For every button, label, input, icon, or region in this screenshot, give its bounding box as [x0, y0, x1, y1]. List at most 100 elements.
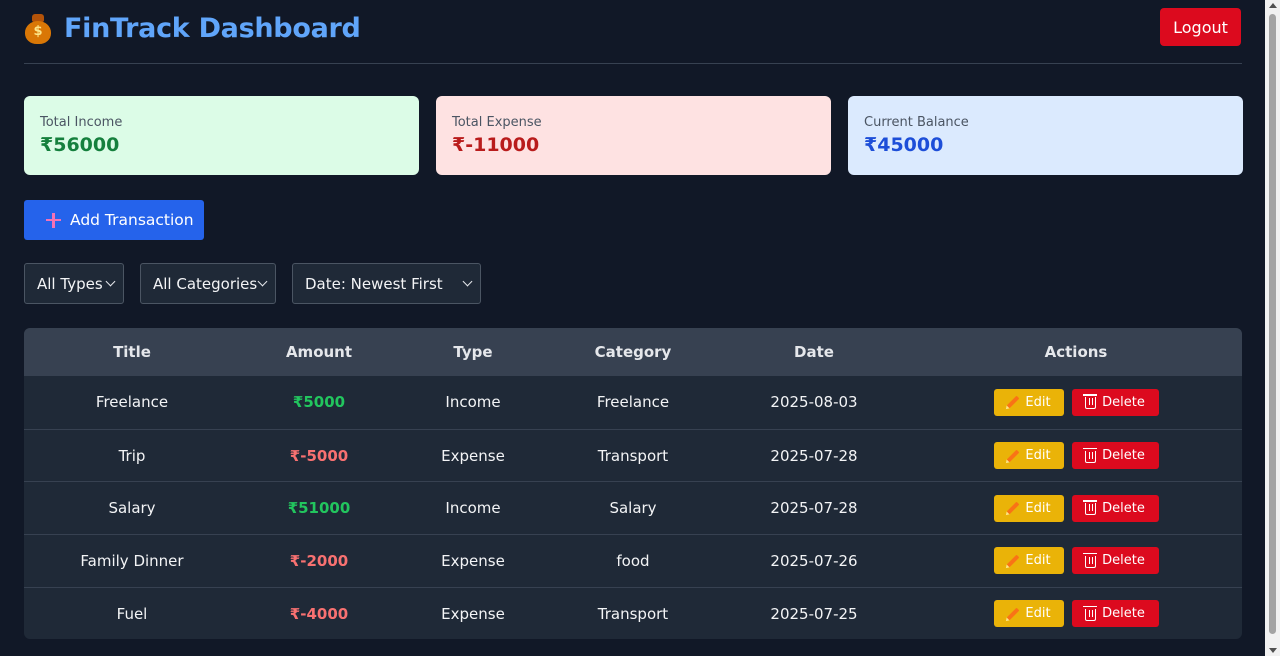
cell-amount: ₹-4000 [289, 604, 349, 623]
delete-button[interactable]: Delete [1071, 547, 1159, 575]
table-header: Title Amount Type Category Date Actions [24, 328, 1242, 376]
cell-category: Freelance [596, 393, 670, 412]
cell-category: Transport [597, 604, 669, 623]
cell-actions: Edit Delete [910, 388, 1242, 416]
trash-icon [1083, 394, 1098, 410]
chevron-down-icon [257, 276, 268, 287]
chevron-down-icon [462, 276, 473, 287]
expense-card: Total Expense ₹-11000 [436, 96, 831, 175]
page-title: FinTrack Dashboard [64, 13, 361, 44]
delete-button[interactable]: Delete [1071, 388, 1159, 416]
cell-type: Income [445, 499, 501, 518]
column-header-actions: Actions [1044, 343, 1108, 361]
cell-title: Family Dinner [80, 551, 184, 570]
pencil-icon [1007, 395, 1020, 409]
cell-type: Expense [441, 551, 505, 570]
sort-value: Date: Newest First [305, 274, 443, 293]
table-body: Freelance ₹5000 Income Freelance 2025-08… [24, 376, 1242, 639]
scrollbar-thumb[interactable] [1269, 14, 1276, 634]
cell-type: Income [445, 393, 501, 412]
cell-category: Salary [609, 499, 657, 518]
delete-label: Delete [1102, 500, 1145, 516]
balance-label: Current Balance [864, 115, 969, 130]
cell-amount: ₹-5000 [289, 446, 349, 465]
edit-button[interactable]: Edit [993, 600, 1064, 628]
filters: All Types All Categories Date: Newest Fi… [24, 263, 481, 304]
type-filter-select[interactable]: All Types [24, 263, 124, 304]
delete-button[interactable]: Delete [1071, 494, 1159, 522]
delete-button[interactable]: Delete [1071, 600, 1159, 628]
cell-date: 2025-08-03 [770, 393, 858, 412]
cell-type: Expense [441, 604, 505, 623]
table-row: Salary ₹51000 Income Salary 2025-07-28 E… [24, 481, 1242, 534]
column-header-date: Date [794, 343, 834, 361]
pencil-icon [1007, 607, 1020, 620]
logout-button[interactable]: Logout [1160, 8, 1241, 46]
column-header-type: Type [453, 343, 493, 361]
table-row: Family Dinner ₹-2000 Expense food 2025-0… [24, 534, 1242, 587]
column-header-amount: Amount [285, 343, 353, 361]
page-scrollbar[interactable] [1265, 0, 1280, 656]
cell-date: 2025-07-25 [770, 604, 858, 623]
cell-actions: Edit Delete [910, 600, 1242, 628]
category-filter-select[interactable]: All Categories [140, 263, 276, 304]
cell-amount: ₹5000 [292, 393, 346, 412]
pencil-icon [1007, 554, 1020, 568]
money-bag-icon: $ [24, 13, 52, 44]
plus-icon [46, 212, 61, 228]
edit-button[interactable]: Edit [993, 442, 1064, 470]
balance-value: ₹45000 [864, 134, 944, 156]
income-value: ₹56000 [40, 134, 120, 156]
cell-actions: Edit Delete [910, 494, 1242, 522]
type-filter-value: All Types [37, 274, 103, 293]
cell-title: Trip [118, 446, 146, 465]
income-label: Total Income [40, 115, 123, 130]
edit-button[interactable]: Edit [993, 388, 1064, 416]
cell-title: Fuel [116, 604, 148, 623]
edit-button[interactable]: Edit [993, 494, 1064, 522]
edit-label: Edit [1025, 606, 1051, 622]
cell-date: 2025-07-28 [770, 446, 858, 465]
add-transaction-label: Add Transaction [70, 211, 194, 229]
pencil-icon [1007, 449, 1020, 462]
cell-actions: Edit Delete [910, 547, 1242, 575]
brand: $ FinTrack Dashboard [24, 13, 361, 44]
delete-label: Delete [1102, 394, 1145, 410]
delete-label: Delete [1102, 448, 1145, 464]
header: $ FinTrack Dashboard [24, 0, 1242, 64]
sort-select[interactable]: Date: Newest First [292, 263, 481, 304]
trash-icon [1083, 552, 1098, 568]
transactions-table: Title Amount Type Category Date Actions … [24, 328, 1242, 640]
table-row: Trip ₹-5000 Expense Transport 2025-07-28… [24, 428, 1242, 482]
cell-amount: ₹-2000 [289, 551, 349, 570]
chevron-down-icon [105, 276, 116, 287]
expense-label: Total Expense [452, 115, 542, 130]
balance-card: Current Balance ₹45000 [848, 96, 1243, 175]
pencil-icon [1007, 501, 1020, 515]
dashboard-page: $ FinTrack Dashboard Logout Total Income… [24, 0, 1243, 640]
cell-date: 2025-07-28 [770, 499, 858, 518]
cell-category: food [616, 551, 650, 570]
column-header-title: Title [113, 343, 151, 361]
edit-label: Edit [1025, 448, 1051, 464]
summary-cards: Total Income ₹56000 Total Expense ₹-1100… [24, 96, 1243, 175]
cell-date: 2025-07-26 [770, 551, 858, 570]
category-filter-value: All Categories [153, 274, 258, 293]
add-transaction-button[interactable]: Add Transaction [24, 200, 204, 240]
cell-type: Expense [441, 446, 505, 465]
table-row: Freelance ₹5000 Income Freelance 2025-08… [24, 376, 1242, 429]
column-header-category: Category [594, 343, 672, 361]
cell-title: Salary [108, 499, 156, 518]
delete-label: Delete [1102, 553, 1145, 569]
delete-label: Delete [1102, 606, 1145, 622]
scroll-up-arrow-icon[interactable] [1269, 3, 1277, 8]
cell-category: Transport [597, 446, 669, 465]
scroll-down-arrow-icon[interactable] [1269, 648, 1277, 653]
edit-button[interactable]: Edit [993, 547, 1064, 575]
trash-icon [1083, 605, 1098, 621]
edit-label: Edit [1025, 553, 1051, 569]
trash-icon [1083, 447, 1098, 463]
trash-icon [1083, 500, 1098, 516]
delete-button[interactable]: Delete [1071, 442, 1159, 470]
cell-title: Freelance [95, 393, 169, 412]
